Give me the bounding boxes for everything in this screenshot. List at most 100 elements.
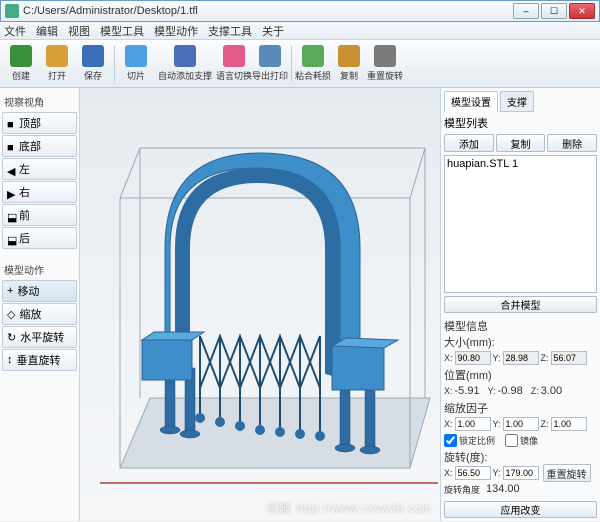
view-button[interactable]: ⬓后 [2,227,77,249]
action-button[interactable]: ↕ 垂直旋转 [2,349,77,371]
close-button[interactable]: ✕ [569,3,595,19]
toolbar-button[interactable]: 导出打印 [253,43,287,85]
lock-ratio-checkbox[interactable] [444,434,457,447]
view-button[interactable]: ◀左 [2,158,77,180]
action-button[interactable]: ◇ 缩放 [2,303,77,325]
toolbar-button[interactable]: 粘合耗损 [296,43,330,85]
toolbar-icon [223,45,245,67]
size-x [455,351,491,365]
toolbar-label: 自动添加支撑 [158,69,212,82]
size-z [551,351,587,365]
scale-x[interactable] [455,417,491,431]
right-panel: 模型设置 支撑 模型列表 添加 复制 删除 huapian.STL 1 合并模型… [440,88,600,521]
view-label: 底部 [19,138,41,154]
view-header: 视察视角 [2,90,77,111]
rot-y[interactable] [503,466,539,480]
toolbar-icon [46,45,68,67]
toolbar-button[interactable]: 创建 [4,43,38,85]
action-icon: + [7,285,13,297]
toolbar-label: 复制 [340,69,358,82]
toolbar-button[interactable]: 保存 [76,43,110,85]
toolbar-button[interactable]: 复制 [332,43,366,85]
add-button[interactable]: 添加 [444,134,494,152]
toolbar-icon [10,45,32,67]
action-icon: ◇ [7,308,15,321]
toolbar-button[interactable]: 打开 [40,43,74,85]
menu-item[interactable]: 文件 [4,23,26,39]
model-list[interactable]: huapian.STL 1 [444,155,597,293]
menu-item[interactable]: 编辑 [36,23,58,39]
merge-button[interactable]: 合并模型 [444,296,597,313]
tab-model-settings[interactable]: 模型设置 [444,91,498,112]
size-label: 大小(mm): [444,334,597,350]
tabs: 模型设置 支撑 [444,91,597,112]
view-button[interactable]: ■底部 [2,135,77,157]
scale-z[interactable] [551,417,587,431]
menubar: 文件编辑视图模型工具模型动作支撑工具关于 [0,22,600,40]
list-item[interactable]: huapian.STL 1 [447,158,594,170]
toolbar-label: 语言切换 [216,69,252,82]
scale-y[interactable] [503,417,539,431]
view-button[interactable]: ▶右 [2,181,77,203]
app-icon [5,4,19,18]
action-icon: ↕ [7,354,13,366]
rot-angle: 134.00 [486,483,520,495]
action-button[interactable]: ↻ 水平旋转 [2,326,77,348]
toolbar-label: 粘合耗损 [295,69,331,82]
scene-render [80,88,440,521]
rot-angle-label: 旋转角度 [444,483,480,496]
toolbar-label: 保存 [84,69,102,82]
toolbar-label: 重置旋转 [367,69,403,82]
action-label: 水平旋转 [20,329,64,345]
reset-rotation-button[interactable]: 重置旋转 [543,464,591,482]
mirror-checkbox[interactable] [505,434,518,447]
toolbar-icon [259,45,281,67]
watermark: 创趣 http://www.cxsw3d.com [267,499,432,517]
tab-supports[interactable]: 支撑 [500,91,534,112]
pos-x: -5.91 [455,385,480,397]
model-list-header: 模型列表 [444,115,597,131]
mirror-label: 镜像 [520,434,538,447]
left-panel: 视察视角 ■顶部■底部◀左▶右⬓前⬓后 模型动作 +移动◇缩放↻水平旋转↕垂直旋… [0,88,80,521]
maximize-button[interactable]: ☐ [541,3,567,19]
toolbar-button[interactable]: 自动添加支撑 [155,43,215,85]
view-label: 右 [19,184,30,200]
toolbar-icon [302,45,324,67]
action-label: 缩放 [19,306,41,322]
copy-button[interactable]: 复制 [496,134,546,152]
view-button[interactable]: ■顶部 [2,112,77,134]
view-label: 左 [19,161,30,177]
toolbar-button[interactable]: 语言切换 [217,43,251,85]
view-label: 后 [19,230,30,246]
toolbar-label: 打开 [48,69,66,82]
toolbar-button[interactable]: 切片 [119,43,153,85]
pos-y: -0.98 [498,385,523,397]
rot-label: 旋转(度): [444,449,597,465]
action-label: 垂直旋转 [17,352,61,368]
pos-z: 3.00 [541,385,562,397]
view-icon: ◀ [7,165,15,173]
menu-item[interactable]: 支撑工具 [208,23,252,39]
apply-button[interactable]: 应用改变 [444,501,597,518]
toolbar-label: 导出打印 [252,69,288,82]
menu-item[interactable]: 模型动作 [154,23,198,39]
toolbar-icon [374,45,396,67]
viewport-3d[interactable]: 创趣 http://www.cxsw3d.com [80,88,440,521]
action-icon: ↻ [7,331,16,344]
menu-item[interactable]: 关于 [262,23,284,39]
toolbar-icon [125,45,147,67]
toolbar-button[interactable]: 重置旋转 [368,43,402,85]
toolbar: 创建打开 保存 切片自动添加支撑语言切换导出打印粘合耗损复制重置旋转 [0,40,600,88]
action-header: 模型动作 [2,258,77,279]
rot-x[interactable] [455,466,491,480]
view-button[interactable]: ⬓前 [2,204,77,226]
delete-button[interactable]: 删除 [547,134,597,152]
toolbar-icon [338,45,360,67]
view-icon: ■ [7,119,15,127]
pos-label: 位置(mm) [444,367,597,383]
menu-item[interactable]: 视图 [68,23,90,39]
titlebar: C:/Users/Administrator/Desktop/1.tfl – ☐… [0,0,600,22]
menu-item[interactable]: 模型工具 [100,23,144,39]
minimize-button[interactable]: – [513,3,539,19]
action-button[interactable]: +移动 [2,280,77,302]
